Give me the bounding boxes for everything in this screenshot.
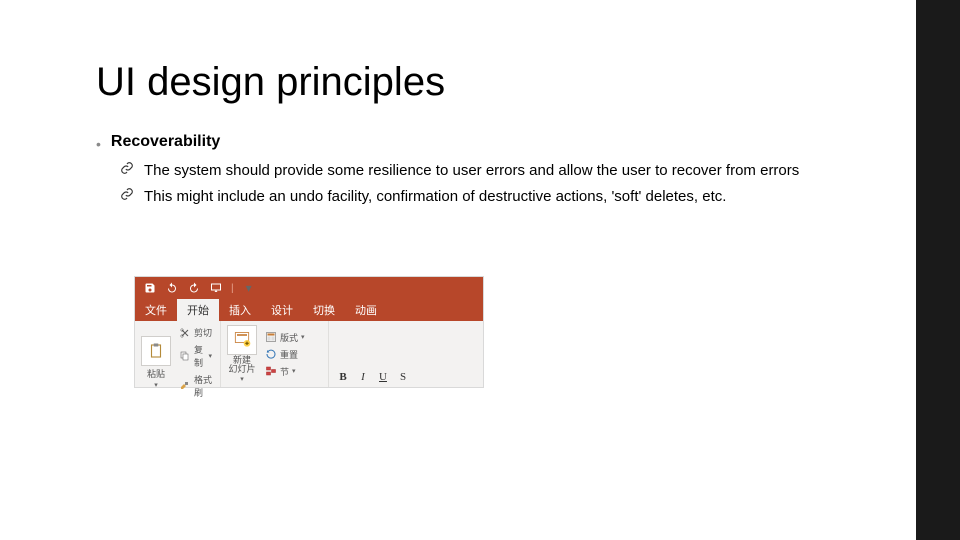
qat-customize-icon[interactable]: ▾ <box>242 281 256 295</box>
tab-insert[interactable]: 插入 <box>219 299 261 321</box>
tab-transitions[interactable]: 切换 <box>303 299 345 321</box>
cut-button[interactable]: 剪切 <box>177 325 214 340</box>
slide: UI design principles • Recoverability Th… <box>0 0 960 540</box>
bullet-label: Recoverability <box>111 133 220 151</box>
paste-button[interactable] <box>141 336 171 366</box>
link-bullet-icon <box>120 161 138 175</box>
tab-file[interactable]: 文件 <box>135 299 177 321</box>
group-clipboard: 粘贴 ▾ 剪切 复制 ▾ <box>135 321 221 387</box>
underline-button[interactable]: U <box>375 369 391 385</box>
paste-label: 粘贴 <box>147 367 165 380</box>
slide-title: UI design principles <box>96 60 880 105</box>
redo-icon[interactable] <box>187 281 201 295</box>
bullet-dot-icon: • <box>96 133 101 155</box>
bullet-level2: The system should provide some resilienc… <box>120 161 880 181</box>
new-slide-dropdown-icon[interactable]: ▾ <box>240 375 244 383</box>
bold-button[interactable]: B <box>335 369 351 385</box>
tab-animations[interactable]: 动画 <box>345 299 387 321</box>
tab-design[interactable]: 设计 <box>261 299 303 321</box>
bullet-level2: This might include an undo facility, con… <box>120 187 880 207</box>
italic-button[interactable]: I <box>355 369 371 385</box>
accent-sidebar <box>916 0 960 540</box>
layout-button[interactable]: 版式 ▾ <box>263 330 307 345</box>
tab-home[interactable]: 开始 <box>177 299 219 321</box>
reset-icon <box>265 348 277 360</box>
scissors-icon <box>179 327 191 339</box>
ribbon-body: 粘贴 ▾ 剪切 复制 ▾ <box>135 321 483 387</box>
link-bullet-icon <box>120 187 138 201</box>
chevron-down-icon: ▾ <box>301 333 305 341</box>
font-style-row: B I U S <box>335 369 477 385</box>
ribbon-tabs: 文件 开始 插入 设计 切换 动画 <box>135 299 483 321</box>
layout-icon <box>265 331 277 343</box>
quick-access-toolbar: | ▾ <box>135 277 483 299</box>
start-slideshow-icon[interactable] <box>209 281 223 295</box>
undo-icon[interactable] <box>165 281 179 295</box>
bullet-list: • Recoverability The system should provi… <box>96 133 880 207</box>
sub-bullet-text: This might include an undo facility, con… <box>144 187 726 207</box>
paintbrush-icon <box>179 380 191 392</box>
slide-content: UI design principles • Recoverability Th… <box>96 60 880 207</box>
format-painter-button[interactable]: 格式刷 <box>177 372 214 400</box>
group-font: B I U S <box>329 321 483 387</box>
shadow-button[interactable]: S <box>395 369 411 385</box>
chevron-down-icon: ▾ <box>208 352 212 360</box>
chevron-down-icon: ▾ <box>292 367 296 375</box>
bullet-level1: • Recoverability <box>96 133 880 155</box>
qat-separator: | <box>231 283 234 294</box>
paste-dropdown-icon[interactable]: ▾ <box>154 381 158 389</box>
group-slides: 新建 幻灯片 ▾ 版式 ▾ 重置 <box>221 321 329 387</box>
powerpoint-ribbon-screenshot: | ▾ 文件 开始 插入 设计 切换 动画 粘贴 ▾ <box>134 276 484 388</box>
copy-icon <box>179 350 191 362</box>
section-button[interactable]: 节 ▾ <box>263 364 307 379</box>
reset-button[interactable]: 重置 <box>263 347 307 362</box>
sub-bullet-text: The system should provide some resilienc… <box>144 161 799 181</box>
save-icon[interactable] <box>143 281 157 295</box>
section-icon <box>265 365 277 377</box>
new-slide-label: 新建 幻灯片 <box>228 356 255 374</box>
new-slide-button[interactable] <box>227 325 257 355</box>
copy-button[interactable]: 复制 ▾ <box>177 342 214 370</box>
